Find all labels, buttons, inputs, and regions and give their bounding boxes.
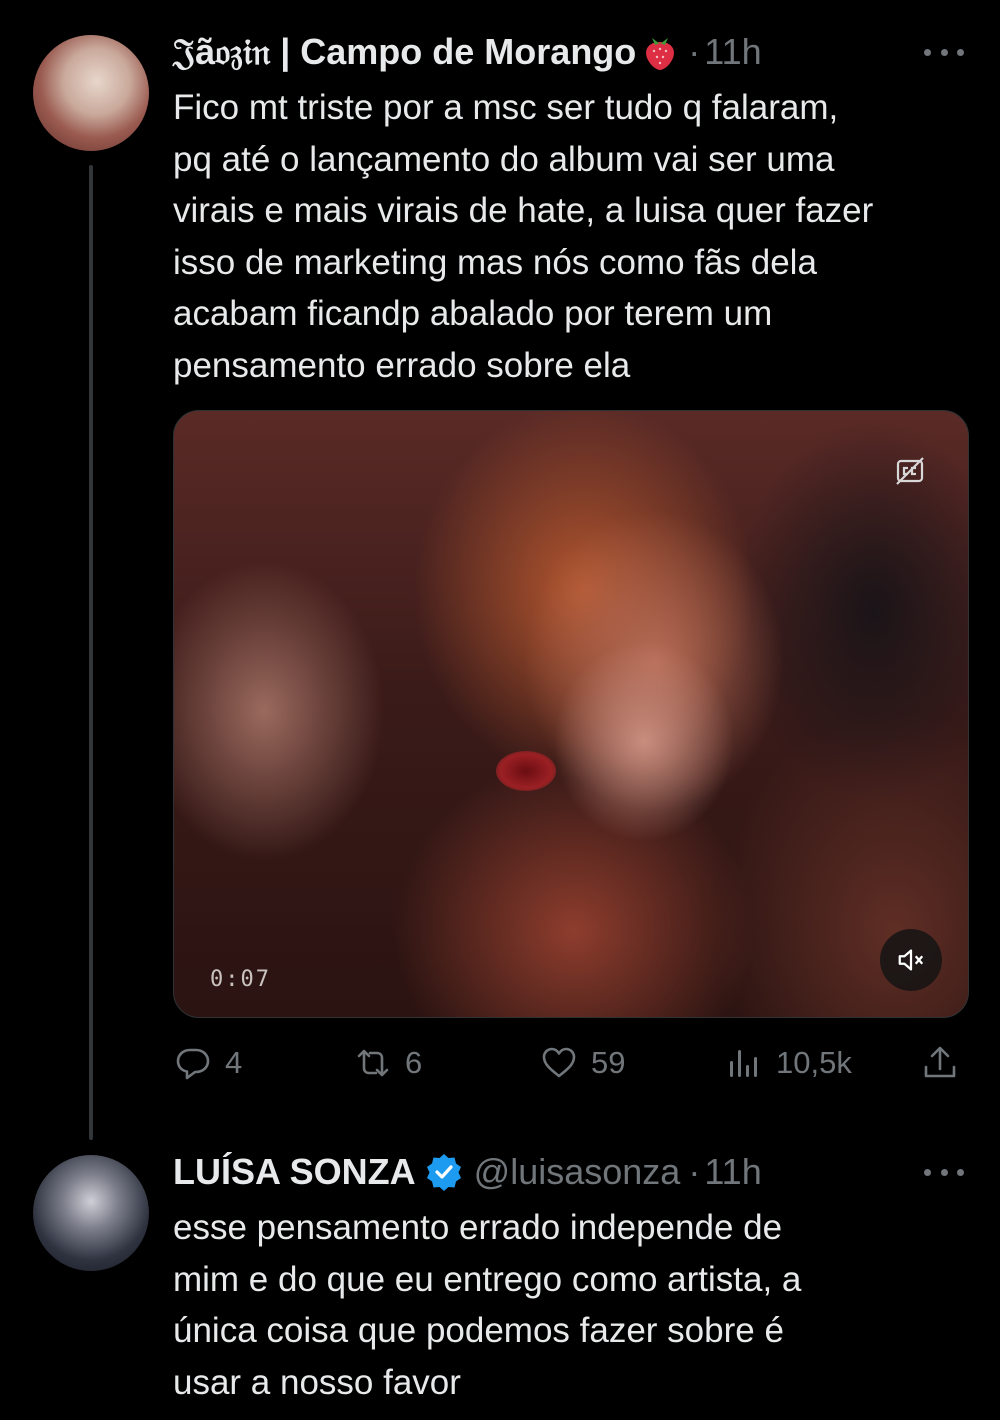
separator-dot: · — [688, 1151, 701, 1192]
reply-button[interactable]: 4 — [175, 1040, 242, 1086]
retweet-icon — [357, 1049, 389, 1077]
reply-count: 4 — [225, 1045, 243, 1080]
tweet-header: LUÍSA SONZA @luisasonza · 11h — [173, 1148, 762, 1196]
retweet-count: 6 — [405, 1045, 423, 1080]
more-options-icon[interactable] — [924, 1162, 964, 1182]
tweet-text: esse pensamento errado independe de mim … — [173, 1208, 802, 1402]
mute-button[interactable] — [880, 929, 942, 991]
avatar-joaozin[interactable] — [33, 35, 149, 151]
strawberry-emoji-icon — [640, 32, 680, 72]
thread-connector-line — [89, 165, 93, 1140]
display-name[interactable]: 𝔍ã𝔬𝔷𝔦𝔫 | Campo de Morango — [173, 31, 636, 74]
tweet-header: 𝔍ã𝔬𝔷𝔦𝔫 | Campo de Morango · 11h — [173, 28, 762, 76]
like-button[interactable]: 59 — [541, 1040, 625, 1086]
verified-badge-icon — [424, 1152, 464, 1192]
user-handle[interactable]: @luisasonza — [474, 1151, 681, 1193]
more-options-icon[interactable] — [924, 42, 964, 62]
tweet-joaozin[interactable]: 𝔍ã𝔬𝔷𝔦𝔫 | Campo de Morango · 11h Fico mt … — [0, 0, 1000, 1140]
reply-icon — [176, 1048, 210, 1080]
views-button[interactable]: 10,5k — [726, 1040, 852, 1086]
tweet-text: Fico mt triste por a msc ser tudo q fala… — [173, 88, 874, 385]
retweet-button[interactable]: 6 — [355, 1040, 422, 1086]
video-frame-detail — [496, 751, 556, 791]
heart-icon — [542, 1047, 576, 1078]
tweet-luisasonza[interactable]: LUÍSA SONZA @luisasonza · 11h esse pensa… — [0, 1140, 1000, 1420]
separator-dot: · — [688, 31, 701, 72]
captions-icon[interactable] — [894, 455, 926, 487]
views-count: 10,5k — [776, 1045, 852, 1080]
display-name[interactable]: LUÍSA SONZA — [173, 1151, 416, 1193]
tweet-video[interactable]: 0:07 — [173, 410, 969, 1018]
views-icon — [730, 1050, 757, 1077]
like-count: 59 — [591, 1045, 626, 1080]
tweet-time[interactable]: 11h — [704, 1151, 761, 1193]
tweet-actions: 4 6 59 10,5k — [0, 1040, 1000, 1086]
video-timecode: 0:07 — [210, 967, 271, 992]
share-icon — [924, 1046, 956, 1078]
share-button[interactable] — [922, 1040, 958, 1086]
tweet-time[interactable]: 11h — [704, 31, 761, 73]
avatar-luisasonza[interactable] — [33, 1155, 149, 1271]
